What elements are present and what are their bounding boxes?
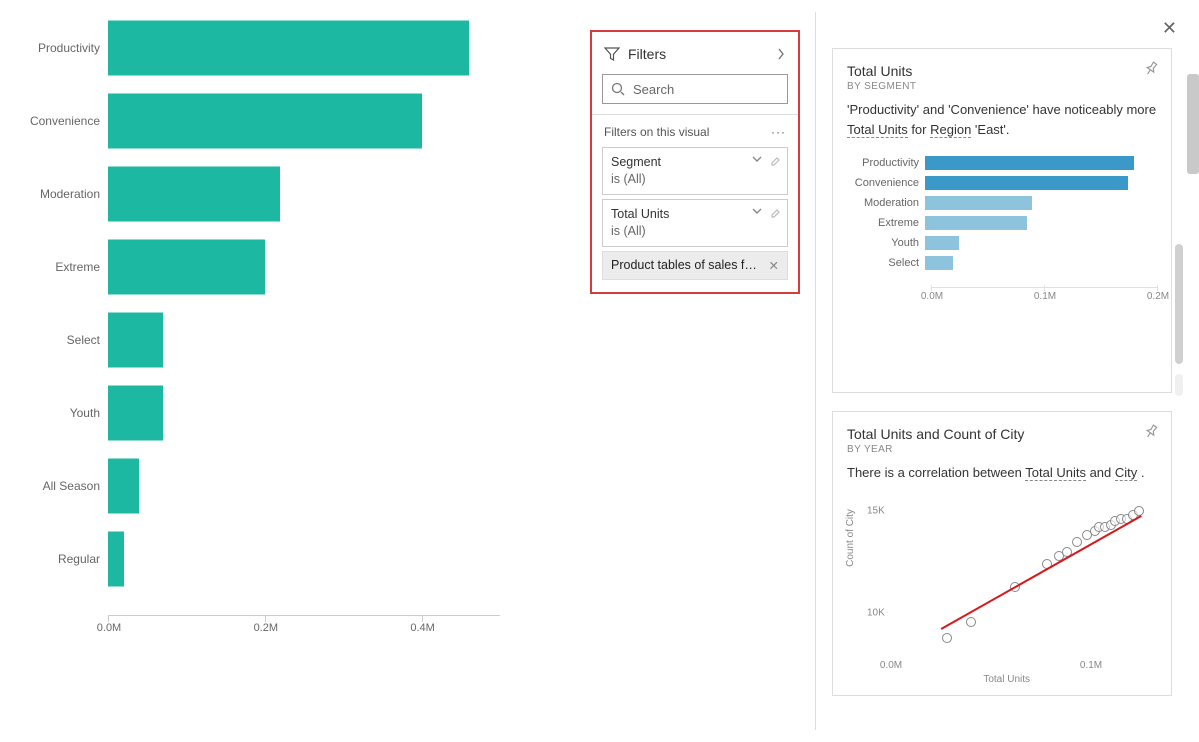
- bar-row: Select: [0, 312, 580, 367]
- eraser-icon[interactable]: [769, 154, 781, 166]
- scatter-point[interactable]: [1134, 506, 1144, 516]
- y-axis-title: Count of City: [845, 509, 856, 567]
- category-label: Select: [847, 257, 925, 269]
- x-tick-label: 0.4M: [408, 622, 438, 634]
- filter-field-state: is (All): [611, 171, 779, 188]
- close-panel-button[interactable]: ✕: [1162, 18, 1177, 39]
- insight1-bar-chart[interactable]: Productivity Convenience Moderation Extreme…: [847, 153, 1157, 303]
- card-description: 'Productivity' and 'Convenience' have no…: [847, 100, 1157, 139]
- category-label: All Season: [0, 479, 100, 493]
- bar-row: Convenience: [847, 173, 1157, 193]
- filter-field-state: is (All): [611, 223, 779, 240]
- card-title: Total Units: [847, 63, 1157, 79]
- bar[interactable]: [108, 20, 469, 75]
- filter-card-segment[interactable]: Segment is (All): [602, 147, 788, 195]
- bar-row: Regular: [0, 531, 580, 586]
- insights-panel: Total Units BY SEGMENT 'Productivity' an…: [832, 48, 1172, 714]
- category-label: Convenience: [847, 177, 925, 189]
- bar-row: Select: [847, 253, 1157, 273]
- bar[interactable]: [108, 312, 163, 367]
- filter-icon: [604, 46, 620, 62]
- more-icon[interactable]: ···: [771, 125, 786, 139]
- filters-search-input[interactable]: Search: [602, 74, 788, 104]
- bar[interactable]: [925, 196, 1032, 210]
- y-tick-label: 10K: [867, 608, 885, 619]
- chevron-right-icon[interactable]: [776, 48, 786, 60]
- category-label: Moderation: [847, 197, 925, 209]
- category-label: Moderation: [0, 187, 100, 201]
- bar-row: Youth: [847, 233, 1157, 253]
- x-axis-title: Total Units: [983, 674, 1030, 685]
- bar[interactable]: [925, 216, 1027, 230]
- insight-card-total-units-by-segment[interactable]: Total Units BY SEGMENT 'Productivity' an…: [832, 48, 1172, 393]
- main-bar-chart[interactable]: Productivity Convenience Moderation Extreme…: [0, 20, 580, 640]
- bar-row: All Season: [0, 458, 580, 513]
- category-label: Youth: [847, 237, 925, 249]
- bar[interactable]: [108, 531, 124, 586]
- x-tick-label: 0.2M: [1144, 291, 1172, 302]
- close-icon[interactable]: ✕: [769, 258, 779, 273]
- card-description: There is a correlation between Total Uni…: [847, 463, 1157, 483]
- chevron-down-icon[interactable]: [751, 154, 763, 164]
- category-label: Convenience: [0, 114, 100, 128]
- category-label: Productivity: [0, 41, 100, 55]
- card-title: Total Units and Count of City: [847, 426, 1157, 442]
- insight-card-units-city-by-year[interactable]: Total Units and Count of City BY YEAR Th…: [832, 411, 1172, 696]
- bar-row: Moderation: [847, 193, 1157, 213]
- x-tick-label: 0.1M: [1031, 291, 1059, 302]
- x-tick-label: 0.0M: [880, 660, 902, 671]
- bar-row: Extreme: [0, 239, 580, 294]
- x-tick-label: 0.2M: [251, 622, 281, 634]
- eraser-icon[interactable]: [769, 206, 781, 218]
- trend-line: [941, 515, 1142, 629]
- chip-label: Product tables of sales f…: [611, 258, 757, 272]
- category-label: Select: [0, 333, 100, 347]
- bar[interactable]: [925, 256, 953, 270]
- bar-row: Youth: [0, 385, 580, 440]
- bar-row: Moderation: [0, 166, 580, 221]
- y-tick-label: 15K: [867, 505, 885, 516]
- category-label: Regular: [0, 552, 100, 566]
- filters-pane: Filters Search Filters on this visual ··…: [590, 30, 800, 294]
- filters-header[interactable]: Filters: [592, 42, 798, 70]
- bar-row: Extreme: [847, 213, 1157, 233]
- filters-section-title: Filters on this visual ···: [592, 115, 798, 143]
- filter-drag-chip[interactable]: Product tables of sales f… ✕: [602, 251, 788, 280]
- insights-scrollbar[interactable]: [1187, 74, 1199, 174]
- filters-title: Filters: [628, 46, 776, 62]
- bar-row: Productivity: [0, 20, 580, 75]
- bar[interactable]: [925, 176, 1128, 190]
- bar-row: Convenience: [0, 93, 580, 148]
- category-label: Extreme: [0, 260, 100, 274]
- search-placeholder: Search: [633, 82, 674, 97]
- scatter-point[interactable]: [1072, 537, 1082, 547]
- x-tick-label: 0.0M: [918, 291, 946, 302]
- insight2-scatter-chart[interactable]: Count of City 15K 10K 0.0M 0.1M Total Un…: [847, 495, 1157, 685]
- bar[interactable]: [925, 156, 1134, 170]
- card-subtitle: BY YEAR: [847, 444, 1157, 455]
- category-label: Productivity: [847, 157, 925, 169]
- scatter-point[interactable]: [966, 617, 976, 627]
- bar[interactable]: [108, 458, 139, 513]
- scatter-point[interactable]: [942, 633, 952, 643]
- pane-divider: [815, 12, 816, 730]
- x-tick-label: 0.1M: [1080, 660, 1102, 671]
- bar[interactable]: [108, 239, 265, 294]
- bar-row: Productivity: [847, 153, 1157, 173]
- category-label: Youth: [0, 406, 100, 420]
- bar[interactable]: [108, 166, 280, 221]
- insights-scrollbar-thumb[interactable]: [1175, 374, 1183, 396]
- category-label: Extreme: [847, 217, 925, 229]
- card-subtitle: BY SEGMENT: [847, 81, 1157, 92]
- insights-scrollbar-thumb[interactable]: [1175, 244, 1183, 364]
- search-icon: [611, 82, 625, 96]
- bar[interactable]: [108, 93, 422, 148]
- main-chart-x-axis: 0.0M 0.2M 0.4M: [108, 615, 500, 635]
- bar[interactable]: [925, 236, 959, 250]
- filter-card-total-units[interactable]: Total Units is (All): [602, 199, 788, 247]
- bar[interactable]: [108, 385, 163, 440]
- x-tick-label: 0.0M: [94, 622, 124, 634]
- chevron-down-icon[interactable]: [751, 206, 763, 216]
